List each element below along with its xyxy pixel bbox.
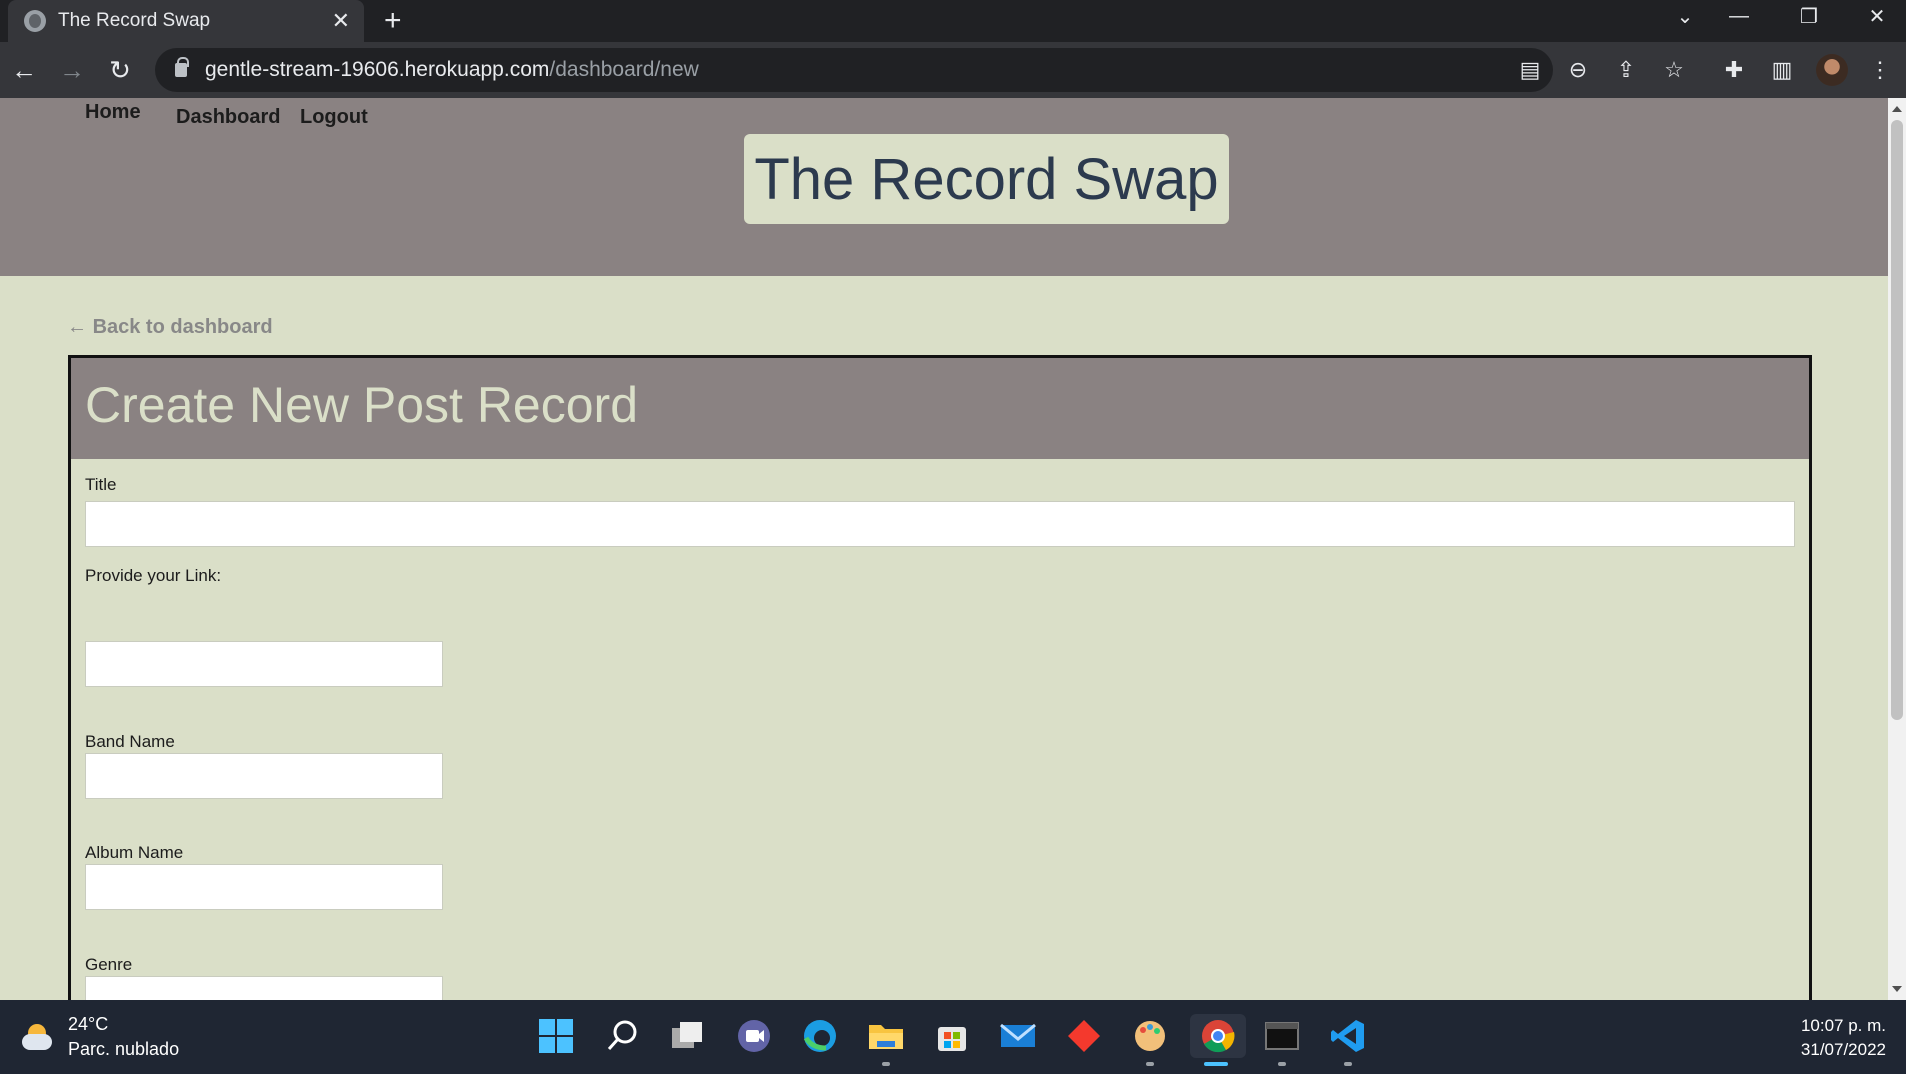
- start-icon[interactable]: [534, 1014, 578, 1058]
- band-name-input[interactable]: [85, 753, 443, 799]
- paint-icon[interactable]: [1128, 1014, 1172, 1058]
- lock-icon[interactable]: [175, 57, 189, 77]
- reload-icon[interactable]: ↻: [102, 52, 138, 88]
- side-panel-icon[interactable]: ▥: [1764, 52, 1800, 88]
- new-post-form-card: Create New Post Record Title Provide you…: [68, 355, 1812, 1000]
- forward-icon[interactable]: →: [54, 52, 90, 88]
- link-input[interactable]: [85, 641, 443, 687]
- running-indicator: [1344, 1062, 1352, 1066]
- extensions-icon[interactable]: ✚: [1716, 52, 1752, 88]
- edge-icon[interactable]: [798, 1014, 842, 1058]
- genre-input[interactable]: [85, 976, 443, 1000]
- running-indicator: [882, 1062, 890, 1066]
- translate-icon[interactable]: ▤: [1512, 52, 1548, 88]
- back-arrow-icon: ←: [67, 316, 87, 338]
- share-icon[interactable]: ⇪: [1608, 52, 1644, 88]
- genre-label: Genre: [85, 955, 133, 974]
- zoom-icon[interactable]: ⊖: [1560, 52, 1596, 88]
- browser-tab[interactable]: The Record Swap ✕: [8, 0, 364, 42]
- nav-home-link[interactable]: Home: [85, 101, 141, 124]
- running-indicator: [1146, 1062, 1154, 1066]
- address-bar[interactable]: gentle-stream-19606.herokuapp.com/dashbo…: [155, 48, 1553, 92]
- system-clock[interactable]: 10:07 p. m. 31/07/2022: [1801, 1014, 1886, 1062]
- url-host: gentle-stream-19606.herokuapp.com: [205, 58, 550, 81]
- partly-cloudy-icon: [20, 1022, 54, 1052]
- page-scrollbar[interactable]: [1888, 98, 1906, 1000]
- form-header: Create New Post Record: [71, 358, 1809, 459]
- file-explorer-icon[interactable]: [864, 1014, 908, 1058]
- os-taskbar: 24°C Parc. nublado 10:07 p. m. 31/07/202…: [0, 1000, 1906, 1074]
- bookmark-star-icon[interactable]: ☆: [1656, 52, 1692, 88]
- search-icon[interactable]: [600, 1014, 644, 1058]
- weather-desc: Parc. nublado: [68, 1039, 180, 1059]
- tab-title: The Record Swap: [58, 10, 211, 31]
- task-view-icon[interactable]: [666, 1014, 710, 1058]
- url-path: /dashboard/new: [549, 58, 699, 81]
- site-brand: The Record Swap: [744, 134, 1229, 224]
- scrollbar-thumb[interactable]: [1891, 120, 1903, 720]
- active-indicator: [1204, 1062, 1228, 1066]
- running-indicator: [1278, 1062, 1286, 1066]
- close-tab-icon[interactable]: ✕: [332, 8, 350, 34]
- profile-avatar[interactable]: [1816, 54, 1848, 86]
- menu-kebab-icon[interactable]: ⋮: [1862, 52, 1898, 88]
- title-input[interactable]: [85, 501, 1795, 547]
- back-link-label: Back to dashboard: [92, 316, 273, 338]
- git-client-icon[interactable]: [1062, 1014, 1106, 1058]
- nav-dashboard-link[interactable]: Dashboard: [176, 106, 280, 129]
- teams-chat-icon[interactable]: [732, 1014, 776, 1058]
- tab-search-icon[interactable]: ⌄: [1660, 0, 1710, 32]
- globe-icon: [24, 10, 46, 32]
- form-heading: Create New Post Record: [85, 377, 639, 433]
- band-name-label: Band Name: [85, 732, 175, 751]
- scroll-up-icon[interactable]: [1892, 106, 1902, 112]
- title-label: Title: [85, 475, 117, 494]
- new-tab-button[interactable]: +: [384, 4, 402, 38]
- chrome-icon[interactable]: [1190, 1014, 1246, 1058]
- terminal-icon[interactable]: [1260, 1014, 1304, 1058]
- album-name-label: Album Name: [85, 843, 184, 862]
- album-name-input[interactable]: [85, 864, 443, 910]
- clock-date: 31/07/2022: [1800, 1040, 1886, 1059]
- page-viewport: Home Dashboard Logout The Record Swap ← …: [0, 98, 1888, 1000]
- minimize-button[interactable]: —: [1714, 0, 1764, 32]
- back-to-dashboard-link[interactable]: ← Back to dashboard: [67, 316, 273, 339]
- vscode-icon[interactable]: [1326, 1014, 1370, 1058]
- close-window-button[interactable]: ✕: [1852, 0, 1902, 32]
- back-icon[interactable]: ←: [6, 52, 42, 88]
- scroll-down-icon[interactable]: [1892, 986, 1902, 992]
- link-label: Provide your Link:: [85, 566, 222, 585]
- mail-icon[interactable]: [996, 1014, 1040, 1058]
- browser-tabbar: The Record Swap ✕ + ⌄ — ❐ ✕: [0, 0, 1906, 42]
- restore-button[interactable]: ❐: [1784, 0, 1834, 32]
- store-icon[interactable]: [930, 1014, 974, 1058]
- weather-temp: 24°C: [68, 1014, 109, 1034]
- weather-widget[interactable]: 24°C Parc. nublado: [20, 1014, 179, 1060]
- nav-logout-link[interactable]: Logout: [300, 106, 368, 129]
- site-header: Home Dashboard Logout The Record Swap: [0, 98, 1888, 276]
- clock-time: 10:07 p. m.: [1800, 1016, 1886, 1035]
- browser-toolbar: ← → ↻ gentle-stream-19606.herokuapp.com /…: [0, 42, 1906, 98]
